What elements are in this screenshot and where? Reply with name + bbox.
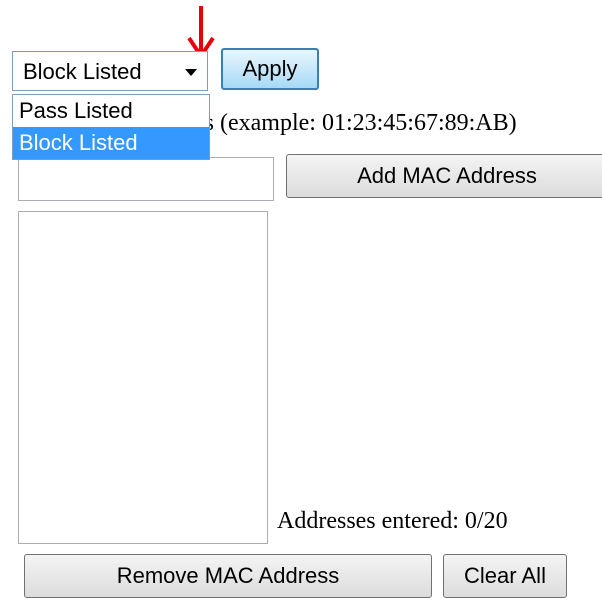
add-mac-address-button[interactable]: Add MAC Address — [286, 154, 602, 198]
filter-mode-dropdown-list: Pass Listed Block Listed — [12, 94, 210, 160]
filter-mode-selected-value: Block Listed — [23, 59, 142, 84]
apply-button[interactable]: Apply — [221, 48, 319, 90]
option-block-listed[interactable]: Block Listed — [13, 127, 209, 159]
mac-address-list[interactable] — [18, 211, 268, 544]
clear-all-button[interactable]: Clear All — [443, 554, 567, 598]
option-pass-listed[interactable]: Pass Listed — [13, 95, 209, 127]
filter-mode-select[interactable]: Block Listed — [12, 51, 208, 91]
chevron-down-icon[interactable] — [185, 69, 197, 76]
remove-mac-address-button[interactable]: Remove MAC Address — [24, 554, 432, 598]
addresses-count: Addresses entered: 0/20 — [277, 508, 508, 534]
mac-address-input[interactable] — [18, 157, 274, 201]
